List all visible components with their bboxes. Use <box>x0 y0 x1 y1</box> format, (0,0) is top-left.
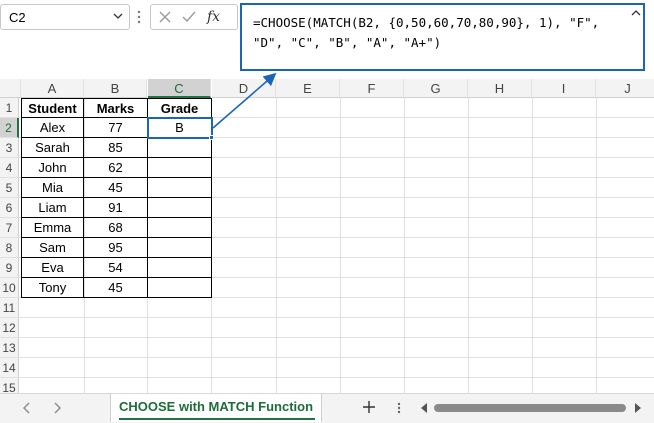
row-header-14[interactable]: 14 <box>0 358 19 378</box>
table-cell[interactable]: Tony <box>21 278 84 298</box>
table-cell[interactable]: Sam <box>21 238 84 258</box>
column-header-e[interactable]: E <box>276 79 340 98</box>
column-header-g[interactable]: G <box>404 79 468 98</box>
chevron-right-icon[interactable] <box>52 402 62 414</box>
row-header-2[interactable]: 2 <box>0 118 19 138</box>
gridline <box>19 337 654 338</box>
chevron-up-icon[interactable] <box>631 9 641 17</box>
gridline <box>596 98 597 398</box>
sheet-tab-label: CHOOSE with MATCH Function <box>119 399 314 414</box>
table-cell[interactable]: 62 <box>84 158 148 178</box>
table-cell[interactable]: Liam <box>21 198 84 218</box>
column-header-d[interactable]: D <box>212 79 276 98</box>
table-cell[interactable]: 45 <box>84 178 148 198</box>
formula-tools: fx <box>150 4 238 30</box>
table-cell[interactable] <box>148 178 212 198</box>
table-cell[interactable]: Sarah <box>21 138 84 158</box>
column-header-b[interactable]: B <box>84 79 147 98</box>
table-cell[interactable]: 68 <box>84 218 148 238</box>
row-header-13[interactable]: 13 <box>0 338 19 358</box>
sheet-tab-bar: CHOOSE with MATCH Function <box>0 393 654 423</box>
table-cell[interactable] <box>148 138 212 158</box>
table-cell[interactable]: Emma <box>21 218 84 238</box>
row-header-9[interactable]: 9 <box>0 258 19 278</box>
table-cell[interactable] <box>148 258 212 278</box>
gridline <box>19 377 654 378</box>
table-cell[interactable] <box>148 278 212 298</box>
horizontal-scrollbar[interactable] <box>434 404 626 412</box>
cancel-icon[interactable] <box>157 9 173 25</box>
name-box-value: C2 <box>9 10 26 25</box>
more-options-icon[interactable] <box>134 10 144 24</box>
sheet-tab[interactable]: CHOOSE with MATCH Function <box>110 394 322 422</box>
chevron-left-icon[interactable] <box>22 402 32 414</box>
row-header-7[interactable]: 7 <box>0 218 19 238</box>
column-header-j[interactable]: J <box>596 79 654 98</box>
table-cell[interactable] <box>148 218 212 238</box>
column-header-h[interactable]: H <box>468 79 532 98</box>
table-cell[interactable]: Alex <box>21 118 84 138</box>
column-header-f[interactable]: F <box>340 79 404 98</box>
row-header-5[interactable]: 5 <box>0 178 19 198</box>
row-header-11[interactable]: 11 <box>0 298 19 318</box>
gridline <box>19 317 654 318</box>
gridline <box>532 98 533 398</box>
gridline <box>468 98 469 398</box>
table-cell[interactable]: 85 <box>84 138 148 158</box>
table-cell[interactable] <box>148 238 212 258</box>
table-cell[interactable]: 45 <box>84 278 148 298</box>
fill-handle[interactable] <box>209 135 214 140</box>
table-cell[interactable]: Mia <box>21 178 84 198</box>
column-header-i[interactable]: I <box>532 79 596 98</box>
formula-text[interactable]: =CHOOSE(MATCH(B2, {0,50,60,70,80,90}, 1)… <box>253 13 633 53</box>
row-header-4[interactable]: 4 <box>0 158 19 178</box>
row-header-1[interactable]: 1 <box>0 98 19 118</box>
table-header-cell[interactable]: Student <box>21 98 84 118</box>
scroll-right-icon[interactable] <box>634 403 642 413</box>
table-cell[interactable]: John <box>21 158 84 178</box>
add-sheet-icon[interactable] <box>362 400 376 414</box>
gridline <box>404 98 405 398</box>
table-header-cell[interactable]: Marks <box>84 98 148 118</box>
table-cell[interactable]: 91 <box>84 198 148 218</box>
formula-bar[interactable]: =CHOOSE(MATCH(B2, {0,50,60,70,80,90}, 1)… <box>240 3 645 71</box>
row-header-10[interactable]: 10 <box>0 278 19 298</box>
row-header-3[interactable]: 3 <box>0 138 19 158</box>
gridline <box>340 98 341 398</box>
chevron-down-icon[interactable] <box>113 11 123 21</box>
table-cell[interactable]: 54 <box>84 258 148 278</box>
row-header-6[interactable]: 6 <box>0 198 19 218</box>
column-header-a[interactable]: A <box>21 79 84 98</box>
table-cell[interactable]: 77 <box>84 118 148 138</box>
gridline <box>19 357 654 358</box>
row-header-8[interactable]: 8 <box>0 238 19 258</box>
table-cell[interactable] <box>148 158 212 178</box>
active-tab-indicator <box>119 418 315 420</box>
enter-check-icon[interactable] <box>181 9 197 25</box>
column-header-c[interactable]: C <box>148 79 211 98</box>
name-box[interactable]: C2 <box>0 4 130 30</box>
table-cell[interactable]: Eva <box>21 258 84 278</box>
gridline <box>276 98 277 398</box>
table-header-cell[interactable]: Grade <box>148 98 212 118</box>
table-cell[interactable]: 95 <box>84 238 148 258</box>
select-all-corner[interactable] <box>0 79 21 98</box>
insert-function-icon[interactable]: fx <box>207 9 229 25</box>
row-header-12[interactable]: 12 <box>0 318 19 338</box>
table-cell[interactable] <box>148 198 212 218</box>
active-cell-outline[interactable] <box>147 117 213 139</box>
more-options-icon[interactable] <box>396 402 402 414</box>
scroll-left-icon[interactable] <box>420 403 428 413</box>
